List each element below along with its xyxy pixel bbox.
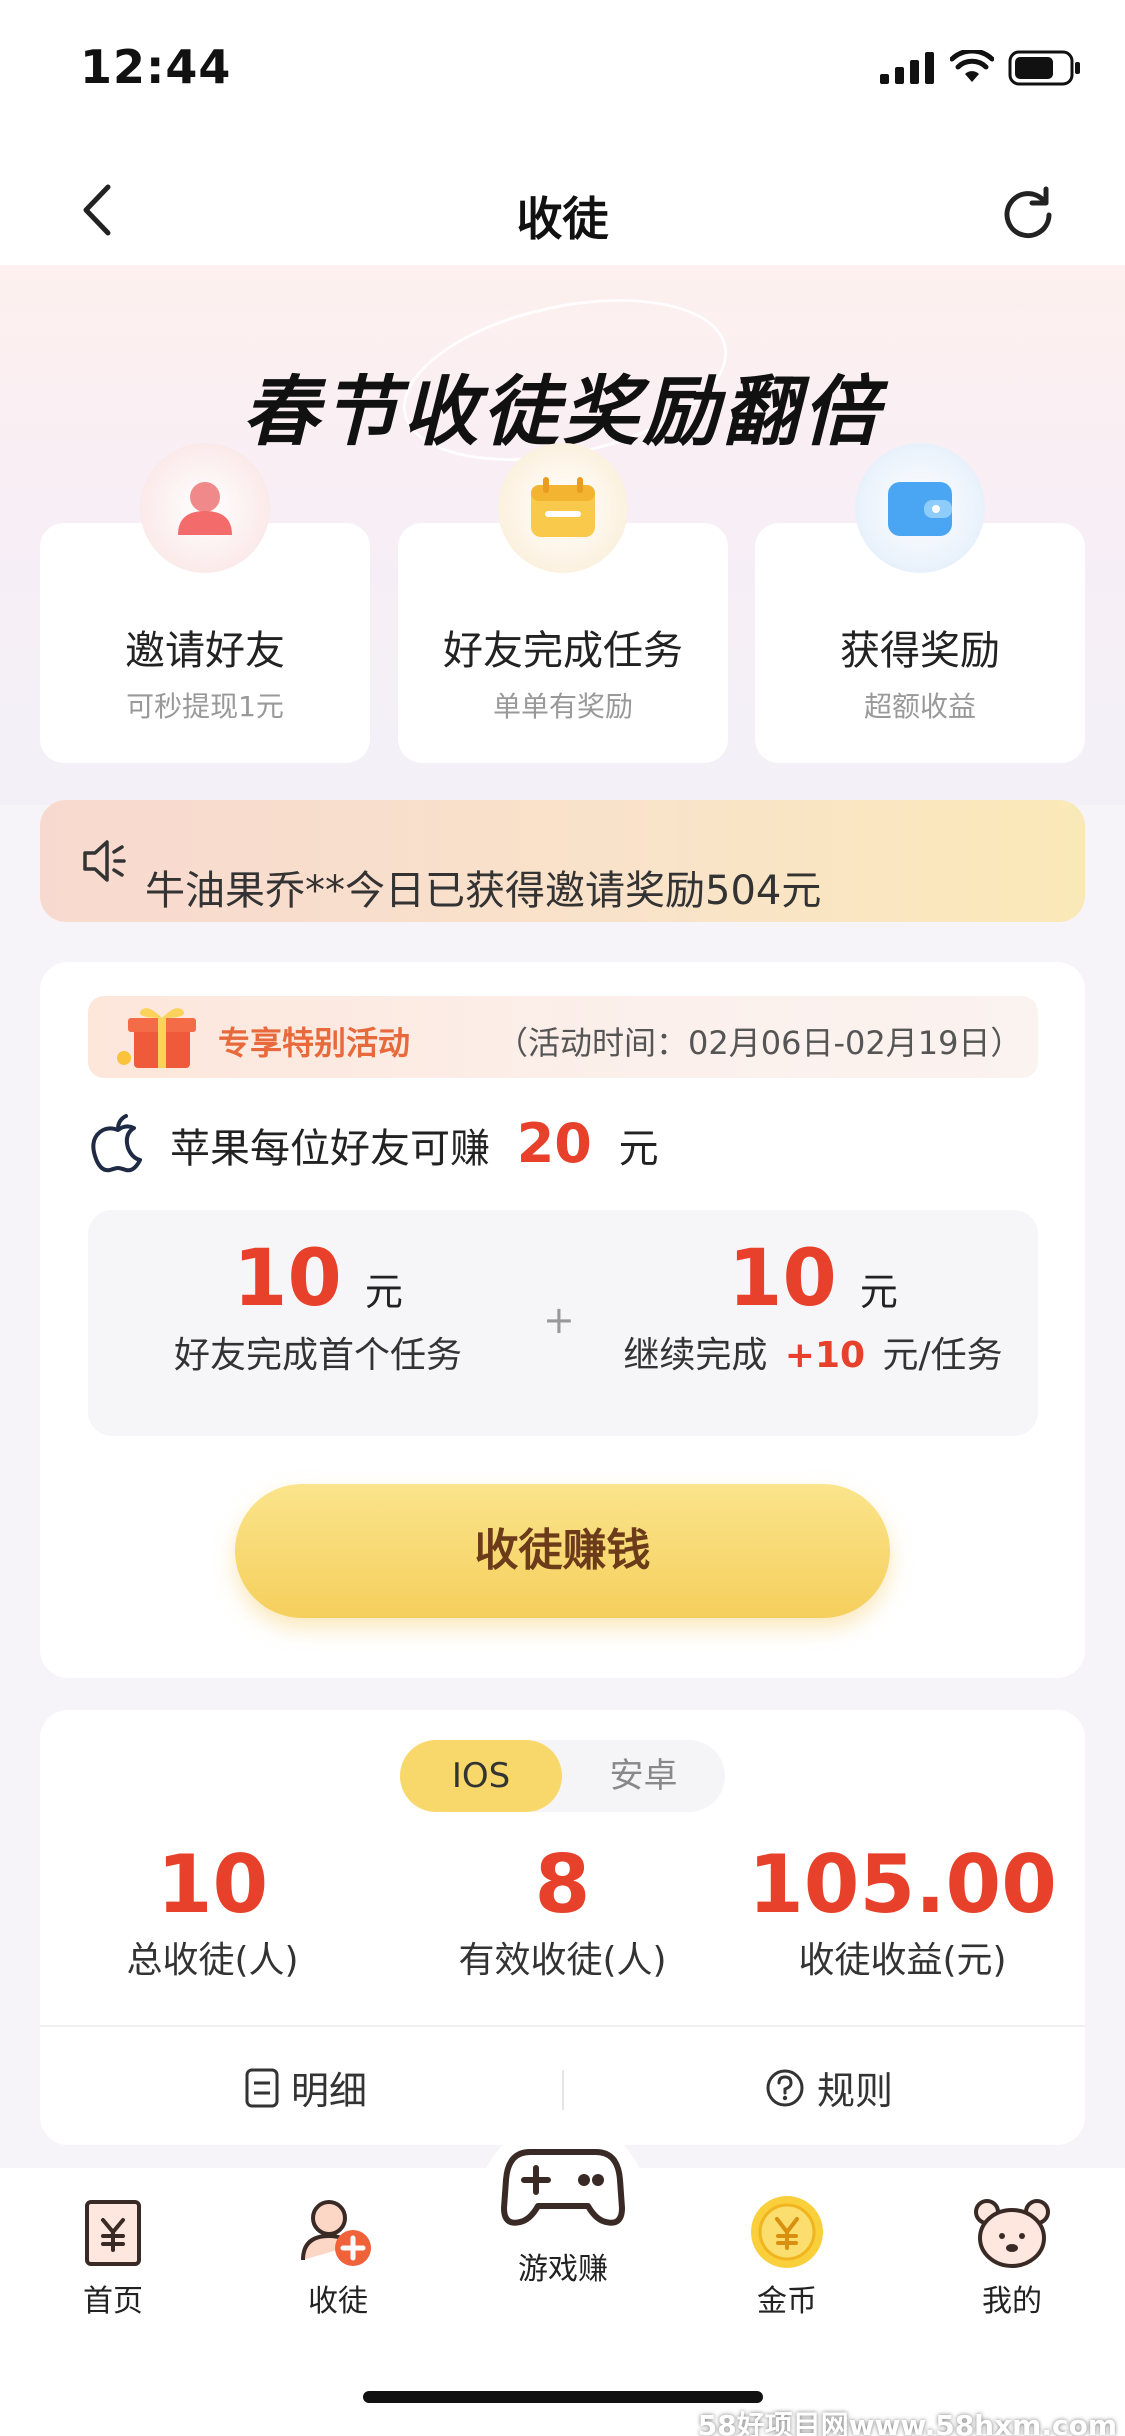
plus-sign: +: [543, 1298, 575, 1342]
add-user-icon: [301, 2200, 371, 2266]
apple-earn-amount: 20: [516, 1112, 592, 1175]
battery-icon: [1008, 50, 1080, 86]
reward-desc-prefix: 继续完成: [623, 1335, 768, 1376]
badge-time: （活动时间：02月06日-02月19日）: [496, 1024, 1023, 1062]
tab-gold-coin[interactable]: 金币: [707, 2188, 867, 2320]
watermark-text: 58好项目网www.58hxm.com: [697, 2409, 1117, 2436]
step-subtitle: 可秒提现1元: [126, 690, 284, 723]
step-card-invite: 邀请好友 可秒提现1元: [40, 443, 370, 763]
divider: [562, 2070, 564, 2110]
stat-value: 105.00: [748, 1838, 1057, 1931]
tab-label: 金币: [757, 2284, 817, 2319]
stats-card: IOS 安卓 10 总收徒(人) 8 有效收徒(人) 105.00 收徒收益(元…: [40, 1710, 1085, 2145]
status-time: 12:44: [80, 40, 232, 94]
stat-label: 有效收徒(人): [458, 1940, 667, 1981]
detail-link-label: 明细: [291, 2069, 368, 2113]
tab-home[interactable]: 首页: [33, 2188, 193, 2320]
badge-title: 专享特别活动: [218, 1024, 411, 1062]
continued-task-reward: 10 元 继续完成 +10 元/任务: [588, 1234, 1038, 1378]
apple-earn-unit: 元: [618, 1126, 659, 1172]
tab-label: 首页: [83, 2284, 143, 2319]
special-activity-badge: 专享特别活动 （活动时间：02月06日-02月19日）: [88, 996, 1038, 1078]
stat-total-recruits: 10 总收徒(人): [40, 1838, 385, 1983]
wallet-icon: [888, 482, 952, 536]
rules-link[interactable]: 规则: [765, 2060, 893, 2115]
tab-game-earn[interactable]: 游戏赚: [483, 2136, 643, 2288]
invite-step-badge: [140, 443, 270, 573]
receipt-yen-icon: [85, 2200, 141, 2266]
home-indicator[interactable]: [363, 2391, 763, 2403]
cellular-signal-icon: [880, 52, 934, 84]
apple-earn-prefix: 苹果每位好友可赚: [170, 1126, 490, 1172]
reward-unit: 元: [364, 1270, 403, 1314]
rules-link-label: 规则: [817, 2069, 894, 2113]
tab-ios[interactable]: IOS: [400, 1740, 562, 1812]
reward-desc: 好友完成首个任务: [173, 1335, 462, 1376]
divider: [40, 2025, 1085, 2027]
reward-notice-bar: 牛油果乔**今日已获得邀请奖励504元: [40, 800, 1085, 922]
calendar-icon: [531, 477, 595, 537]
step-title: 邀请好友: [125, 628, 285, 674]
question-circle-icon: [766, 2069, 804, 2106]
step-card-reward: 获得奖励 超额收益: [755, 443, 1085, 763]
step-subtitle: 超额收益: [863, 690, 976, 723]
stat-value: 8: [534, 1838, 591, 1931]
gold-coin-icon: [751, 2196, 823, 2268]
stat-label: 总收徒(人): [126, 1940, 299, 1981]
detail-link[interactable]: 明细: [245, 2060, 367, 2115]
recruit-earn-button[interactable]: 收徒赚钱: [235, 1484, 890, 1618]
tab-mine[interactable]: 我的: [932, 2188, 1092, 2320]
nav-bar: 收徒: [0, 135, 1125, 265]
refresh-icon[interactable]: [1000, 185, 1056, 241]
apple-earn-line: 苹果每位好友可赚 20 元: [170, 1112, 659, 1175]
task-step-badge: [498, 443, 628, 573]
stat-label: 收徒收益(元): [798, 1940, 1007, 1981]
gift-box-icon: [117, 1008, 196, 1068]
step-card-task: 好友完成任务 单单有奖励: [398, 443, 728, 763]
tab-recruit[interactable]: 收徒: [258, 2188, 418, 2320]
step-title: 获得奖励: [840, 628, 1000, 674]
reward-unit: 元: [859, 1270, 898, 1314]
step-title: 好友完成任务: [443, 628, 683, 674]
stat-valid-recruits: 8 有效收徒(人): [390, 1838, 735, 1983]
reward-amount: 10: [728, 1234, 837, 1324]
reward-desc-highlight: +10: [784, 1335, 866, 1376]
reward-desc: 继续完成 +10 元/任务: [588, 1326, 1038, 1378]
document-icon: [245, 2068, 279, 2107]
earn-breakdown-box: 10 元 好友完成首个任务 + 10 元 继续完成 +10 元/任务: [88, 1210, 1038, 1436]
tab-android[interactable]: 安卓: [562, 1740, 725, 1812]
person-icon: [178, 482, 232, 535]
bear-face-icon: [974, 2199, 1050, 2268]
stat-recruit-income: 105.00 收徒收益(元): [730, 1838, 1075, 1983]
page-title: 收徒: [516, 192, 609, 246]
hero-banner: 春节收徒奖励翻倍 邀请好友 可秒提现1元 好友完成任务 单单有奖励 获得奖励 超…: [0, 265, 1125, 805]
platform-segmented-control: IOS 安卓: [400, 1740, 725, 1812]
status-bar: 12:44: [0, 0, 1125, 135]
speaker-icon: [83, 840, 126, 882]
first-task-reward: 10 元 好友完成首个任务: [88, 1234, 548, 1378]
activity-card: 专享特别活动 （活动时间：02月06日-02月19日） 苹果每位好友可赚 20 …: [40, 962, 1085, 1678]
tab-label: 我的: [982, 2284, 1042, 2319]
gamepad-icon: [501, 2149, 625, 2226]
reward-desc-suffix: 元/任务: [882, 1335, 1003, 1376]
wifi-icon: [950, 50, 994, 82]
stat-value: 10: [156, 1838, 269, 1931]
tab-label: 游戏赚: [518, 2252, 608, 2287]
tab-label: 收徒: [308, 2284, 368, 2319]
step-subtitle: 单单有奖励: [492, 690, 633, 723]
apple-logo-icon: [91, 1114, 142, 1173]
reward-amount: 10: [233, 1234, 342, 1324]
notice-text: 牛油果乔**今日已获得邀请奖励504元: [145, 868, 822, 914]
reward-step-badge: [855, 443, 985, 573]
